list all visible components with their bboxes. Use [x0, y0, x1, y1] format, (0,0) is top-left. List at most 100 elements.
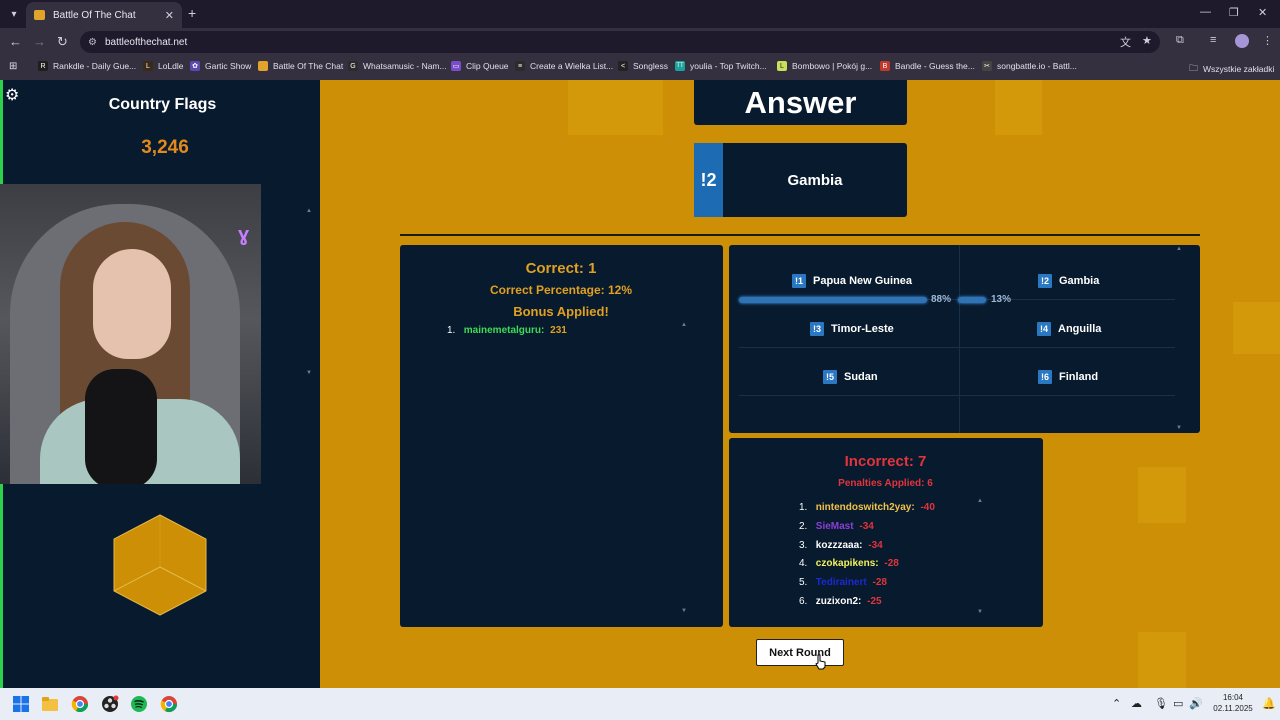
- minimize-icon[interactable]: —: [1200, 6, 1211, 18]
- tab-search-icon[interactable]: ▾: [6, 6, 22, 22]
- entry-points: -28: [872, 577, 887, 588]
- bookmark-label: Gartic Show: [205, 61, 252, 71]
- windows-start-icon[interactable]: [12, 695, 30, 713]
- scroll-down-icon[interactable]: ▼: [977, 609, 983, 615]
- score-value: 3,246: [141, 137, 189, 158]
- window-close-icon[interactable]: ✕: [1258, 6, 1267, 19]
- scroll-up-icon[interactable]: ▲: [1176, 246, 1182, 252]
- incorrect-count: Incorrect: 7: [844, 453, 927, 470]
- all-bookmarks[interactable]: 🗀 Wszystkie zakładki: [1189, 61, 1274, 77]
- bookmark-item[interactable]: B Bandle - Guess the...: [880, 61, 975, 71]
- correct-percentage: Correct Percentage: 12%: [489, 283, 633, 297]
- bookmark-item[interactable]: Battle Of The Chat: [258, 61, 343, 71]
- settings-gear-icon[interactable]: ⚙: [5, 85, 19, 105]
- scroll-up-icon[interactable]: ▲: [306, 208, 312, 214]
- browser-tab[interactable]: Battle Of The Chat ✕: [26, 2, 182, 28]
- bookmark-item[interactable]: ✿ Gartic Show: [190, 61, 251, 71]
- bookmark-item[interactable]: < Songless: [618, 61, 668, 71]
- entry-index: 3.: [799, 540, 808, 551]
- entry-username: nintendoswitch2yay:: [815, 502, 915, 513]
- extensions-icon[interactable]: ⧉: [1176, 34, 1184, 47]
- profile-avatar[interactable]: [1235, 34, 1249, 48]
- tab-close-icon[interactable]: ✕: [165, 9, 174, 22]
- back-icon[interactable]: ←: [9, 34, 22, 49]
- option-badge: !4: [1037, 322, 1051, 336]
- vote-percent: 88%: [931, 294, 952, 305]
- bookmark-item[interactable]: ✂ songbattle.io - Battl...: [982, 61, 1077, 71]
- option-label: Finland: [1059, 371, 1099, 383]
- scroll-down-icon[interactable]: ▼: [1176, 425, 1182, 431]
- bookmark-favicon-icon: L: [143, 61, 153, 71]
- bookmark-favicon-icon: ≡: [515, 61, 525, 71]
- row-divider: [739, 395, 1175, 396]
- chrome-icon[interactable]: [71, 695, 89, 713]
- tray-chevron-icon[interactable]: ⌃: [1112, 697, 1121, 710]
- site-favicon-icon: [34, 10, 45, 20]
- clock-date: 02.11.2025: [1213, 704, 1253, 713]
- entry-points: -25: [867, 596, 882, 607]
- left-panel: ⚙ Country Flags 3,246 ɣ ▲ ▼: [0, 80, 320, 688]
- bookmark-label: LoLdle: [158, 61, 184, 71]
- bookmark-item[interactable]: ≡ Create a Wielka List...: [515, 61, 613, 71]
- bookmark-item[interactable]: L Bombowo | Pokój g...: [777, 61, 872, 71]
- address-bar[interactable]: ⚙ battleofthechat.net: [80, 31, 1160, 53]
- scroll-up-icon[interactable]: ▲: [977, 498, 983, 504]
- obs-icon[interactable]: [101, 695, 119, 713]
- entry-points: -28: [884, 558, 899, 569]
- bookmark-item[interactable]: R Rankdle - Daily Gue...: [38, 61, 136, 71]
- entry-index: 1.: [799, 502, 808, 513]
- option-label: Papua New Guinea: [813, 275, 913, 287]
- forward-icon[interactable]: →: [33, 34, 46, 49]
- incorrect-entry: 1. nintendoswitch2yay: -40: [799, 502, 935, 513]
- entry-username: SieMast: [815, 521, 854, 532]
- entry-index: 5.: [799, 577, 808, 588]
- site-info-icon[interactable]: ⚙: [88, 37, 97, 48]
- volume-icon[interactable]: 🔊: [1189, 697, 1203, 710]
- bookmark-favicon-icon: TT: [675, 61, 685, 71]
- scroll-down-icon[interactable]: ▼: [306, 370, 312, 376]
- option-label: Anguilla: [1058, 323, 1102, 335]
- bookmark-item[interactable]: G Whatsamusic - Nam...: [348, 61, 447, 71]
- bookmark-item[interactable]: ▭ Clip Queue: [451, 61, 509, 71]
- scroll-up-icon[interactable]: ▲: [681, 322, 687, 328]
- browser-titlebar: ▾ Battle Of The Chat ✕ + — ❐ ✕: [0, 0, 1280, 28]
- notifications-icon[interactable]: 🔔: [1262, 697, 1276, 710]
- media-controls-icon[interactable]: ≡: [1210, 34, 1216, 46]
- spotify-icon[interactable]: [130, 695, 148, 713]
- system-clock[interactable]: 16:04 02.11.2025: [1208, 692, 1258, 714]
- windows-taskbar: ⌃ ☁ 🎙 ▭ 🔊 16:04 02.11.2025 🔔: [0, 688, 1280, 720]
- chrome-active-icon[interactable]: [160, 695, 178, 713]
- column-divider: [959, 245, 960, 433]
- translate-icon[interactable]: 文: [1120, 34, 1131, 50]
- bookmark-item[interactable]: L LoLdle: [143, 61, 184, 71]
- answer-header: Answer: [694, 80, 907, 125]
- bookmark-favicon-icon: ✿: [190, 61, 200, 71]
- file-explorer-icon[interactable]: [41, 695, 59, 713]
- answer-number-badge: !2: [694, 143, 723, 217]
- bookmark-label: Whatsamusic - Nam...: [363, 61, 447, 71]
- background-square: [1138, 467, 1186, 523]
- entry-username: kozzzaaa:: [815, 540, 863, 551]
- browser-menu-icon[interactable]: ⋮: [1262, 34, 1273, 47]
- answer-country-name: Gambia: [787, 171, 843, 189]
- bookmark-star-icon[interactable]: ★: [1142, 34, 1152, 47]
- microphone-icon[interactable]: 🎙: [1154, 697, 1168, 710]
- network-icon[interactable]: ▭: [1173, 697, 1183, 710]
- reload-icon[interactable]: ↻: [57, 34, 68, 50]
- new-tab-icon[interactable]: +: [188, 5, 196, 21]
- entry-index: 1.: [447, 325, 456, 336]
- correct-count: Correct: 1: [525, 260, 597, 277]
- next-round-button[interactable]: Next Round: [756, 639, 844, 666]
- apps-grid-icon[interactable]: ⊞: [9, 61, 17, 72]
- hand-cursor-icon: [815, 654, 826, 670]
- entry-username: czokapikens:: [815, 558, 879, 569]
- folder-icon: 🗀: [1189, 63, 1199, 73]
- restore-icon[interactable]: ❐: [1229, 6, 1239, 19]
- bookmark-favicon-icon: L: [777, 61, 787, 71]
- bookmark-favicon-icon: R: [38, 61, 48, 71]
- webcam-neon-sign: ɣ: [238, 224, 250, 246]
- onedrive-cloud-icon[interactable]: ☁: [1131, 697, 1142, 710]
- bookmark-item[interactable]: TT youlia - Top Twitch...: [675, 61, 767, 71]
- option-item: !5 Sudan: [823, 370, 878, 384]
- scroll-down-icon[interactable]: ▼: [681, 608, 687, 614]
